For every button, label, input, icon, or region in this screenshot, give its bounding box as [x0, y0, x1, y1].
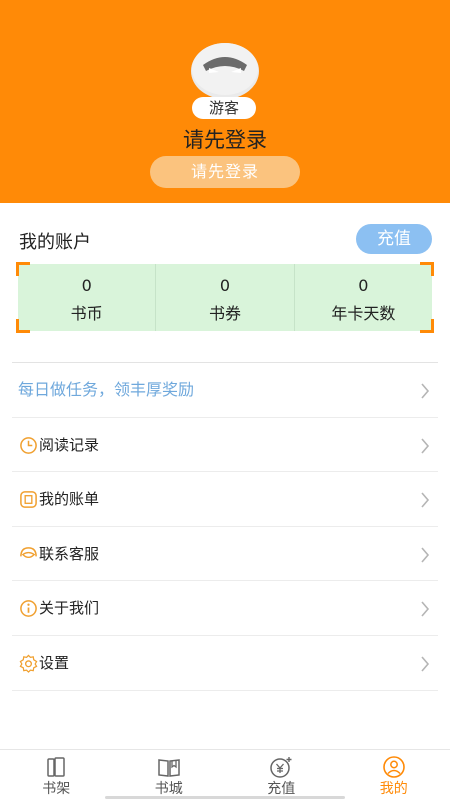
menu-item-reading-history[interactable]: 阅读记录 [12, 418, 438, 473]
recharge-button[interactable]: 充值 [356, 224, 432, 254]
chevron-right-icon [421, 492, 430, 508]
login-prompt-title[interactable]: 请先登录 [0, 124, 450, 154]
nav-tab-label: 充值 [267, 781, 296, 797]
account-stats: 0 书币 0 书券 0 年卡天数 [16, 262, 434, 333]
gear-icon [19, 654, 38, 673]
menu-item-label: 关于我们 [39, 599, 100, 618]
menu-item-label: 设置 [39, 653, 70, 672]
guest-badge: 游客 [192, 97, 256, 119]
menu-item-about-us[interactable]: 关于我们 [12, 581, 438, 636]
menu-item-label: 我的账单 [39, 490, 100, 509]
nav-tab-recharge[interactable]: 充值 [225, 750, 338, 800]
chevron-right-icon [421, 601, 430, 617]
chevron-right-icon [421, 438, 430, 454]
stat-label: 书币 [70, 304, 103, 323]
avatar[interactable]: 游客 [189, 41, 261, 121]
bill-icon [20, 491, 37, 509]
menu-item-daily-tasks[interactable]: 每日做任务，领丰厚奖励 [12, 363, 438, 418]
user-icon [382, 756, 405, 778]
headset-icon [20, 546, 37, 558]
stat-annual-days[interactable]: 0 年卡天数 [293, 264, 432, 331]
nav-tab-label: 我的 [379, 781, 408, 797]
home-indicator [105, 796, 345, 799]
info-icon [20, 600, 37, 618]
nav-tab-mine[interactable]: 我的 [338, 750, 450, 800]
stat-value: 0 [358, 276, 369, 295]
profile-header: 游客 请先登录 请先登录 [0, 0, 450, 203]
menu-list: 每日做任务，领丰厚奖励 阅读记录 我的账单 联系客服 关于我们 设置 [12, 363, 438, 691]
nav-tab-bookstore[interactable]: 书城 [113, 750, 226, 800]
bottom-nav: 书架 书城 充值 我的 [0, 749, 450, 800]
nav-tab-label: 书城 [154, 781, 183, 797]
stat-value: 0 [219, 276, 231, 295]
chevron-right-icon [421, 383, 430, 399]
nav-tab-bookshelf[interactable]: 书架 [0, 750, 113, 800]
login-button[interactable]: 请先登录 [150, 156, 300, 188]
clock-icon [20, 436, 37, 454]
menu-item-customer-service[interactable]: 联系客服 [12, 527, 438, 582]
stat-value: 0 [81, 276, 92, 295]
menu-item-my-bills[interactable]: 我的账单 [12, 472, 438, 527]
coin-icon [270, 757, 292, 778]
stat-label: 年卡天数 [331, 304, 396, 323]
account-title: 我的账户 [19, 232, 91, 253]
menu-item-label: 每日做任务，领丰厚奖励 [18, 380, 195, 399]
stat-label: 书券 [208, 304, 241, 323]
chevron-right-icon [421, 656, 430, 672]
book-icon [158, 759, 180, 777]
chevron-right-icon [421, 547, 430, 563]
menu-item-settings[interactable]: 设置 [12, 636, 438, 691]
nav-tab-label: 书架 [42, 781, 71, 797]
stat-vouchers[interactable]: 0 书券 [155, 264, 293, 331]
stat-coins[interactable]: 0 书币 [18, 264, 155, 331]
menu-item-label: 阅读记录 [39, 435, 100, 454]
menu-item-label: 联系客服 [39, 544, 100, 563]
bookshelf-icon [47, 757, 65, 777]
